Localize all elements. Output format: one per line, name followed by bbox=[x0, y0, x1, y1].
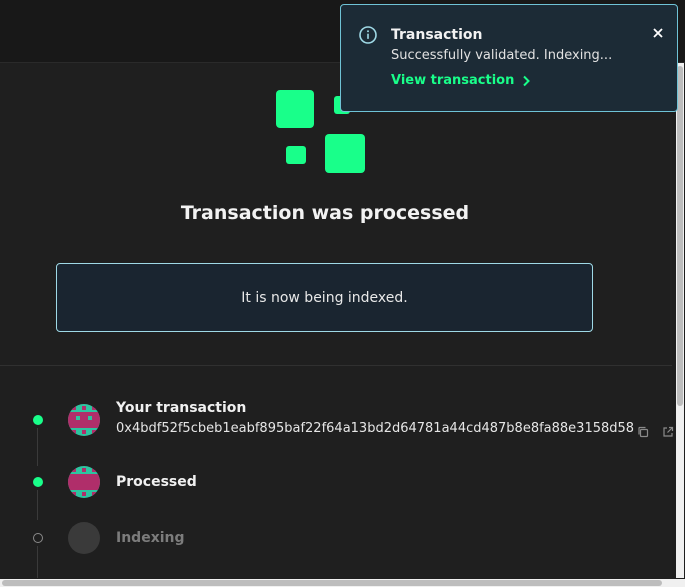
step-title-indexing: Indexing bbox=[116, 530, 185, 546]
identicon-icon bbox=[68, 404, 100, 436]
info-box: It is now being indexed. bbox=[56, 263, 593, 332]
step-title-processed: Processed bbox=[116, 474, 197, 490]
horizontal-scrollbar-thumb[interactable] bbox=[2, 580, 662, 586]
external-link-icon[interactable] bbox=[662, 423, 674, 437]
transaction-hash: 0x4bdf52f5cbeb1eabf895baf22f64a13bd2d647… bbox=[116, 421, 635, 436]
identicon-icon bbox=[68, 466, 100, 498]
step-title-your-transaction: Your transaction bbox=[116, 400, 247, 416]
view-transaction-label: View transaction bbox=[391, 73, 515, 88]
step-connector bbox=[37, 428, 38, 466]
step-connector bbox=[37, 546, 38, 578]
indexing-avatar-placeholder bbox=[68, 522, 100, 554]
info-message: It is now being indexed. bbox=[241, 289, 408, 306]
step-status-pending bbox=[33, 533, 43, 543]
toast-notification: Transaction Successfully validated. Inde… bbox=[340, 4, 678, 112]
step-status-done bbox=[33, 415, 43, 425]
divider bbox=[0, 365, 672, 366]
toast-title: Transaction bbox=[391, 27, 483, 43]
copy-icon[interactable] bbox=[637, 423, 649, 438]
logo-square bbox=[325, 134, 365, 173]
info-icon bbox=[359, 26, 377, 44]
chevron-right-icon bbox=[523, 75, 531, 86]
transaction-avatar bbox=[68, 404, 100, 436]
view-transaction-link[interactable]: View transaction bbox=[391, 73, 531, 88]
vertical-scrollbar-thumb[interactable] bbox=[677, 66, 683, 406]
close-icon[interactable] bbox=[651, 25, 665, 39]
page-title: Transaction was processed bbox=[180, 202, 470, 224]
step-status-done bbox=[33, 477, 43, 487]
logo-square bbox=[276, 90, 314, 128]
horizontal-scrollbar[interactable] bbox=[0, 579, 685, 587]
toast-message: Successfully validated. Indexing... bbox=[391, 48, 613, 63]
vertical-scrollbar[interactable] bbox=[676, 63, 684, 578]
step-connector bbox=[37, 490, 38, 520]
logo-square bbox=[286, 146, 306, 164]
processed-avatar bbox=[68, 466, 100, 498]
